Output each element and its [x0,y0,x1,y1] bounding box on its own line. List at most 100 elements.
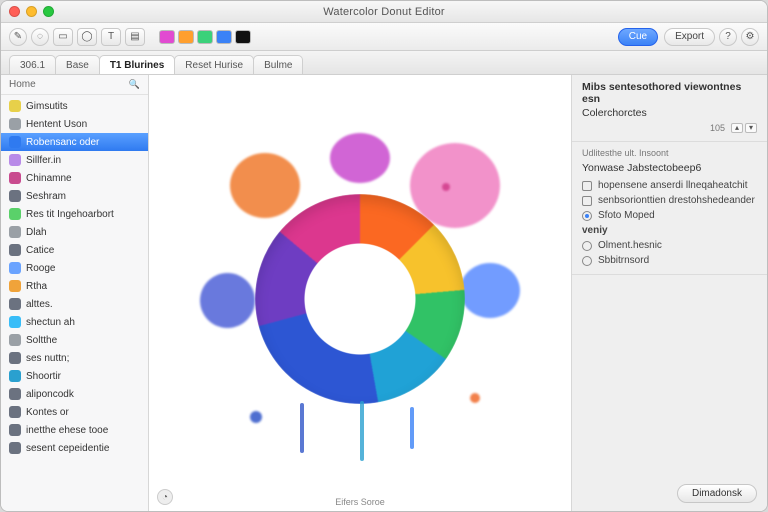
sidebar-item[interactable]: Rooge [1,259,148,277]
sidebar-item[interactable]: Shoortir [1,367,148,385]
tab[interactable]: Base [55,55,100,74]
sidebar-item-label: Gimsutits [26,101,68,112]
color-swatch[interactable] [159,30,175,44]
sidebar-item-label: Seshram [26,191,66,202]
sidebar-item-label: Kontes or [26,407,69,418]
tab[interactable]: T1 Blurines [99,55,175,74]
tab[interactable]: 306.1 [9,55,56,74]
tool-eraser-icon[interactable]: ◌ [31,28,49,46]
main-columns: Home 🔍 Gimsutits Hentent Uson Robensanc od… [1,75,767,511]
inspector-option[interactable]: Sbbitrnsord [582,253,757,268]
sidebar-item-icon [9,406,21,418]
canvas-corner-button[interactable]: ◔ [157,489,173,505]
color-swatch[interactable] [178,30,194,44]
sidebar-item-icon [9,136,21,148]
sidebar-item-icon [9,100,21,112]
sidebar-item[interactable]: Soltthe [1,331,148,349]
sidebar-item-label: aliponcodk [26,389,74,400]
window-title: Watercolor Donut Editor [1,6,767,18]
sidebar-item-icon [9,316,21,328]
sidebar-item-icon [9,370,21,382]
help-icon[interactable]: ? [719,28,737,46]
artwork [210,143,510,443]
color-swatch[interactable] [216,30,232,44]
checkbox-icon[interactable] [582,196,592,206]
sidebar-item[interactable]: Rtha [1,277,148,295]
tab[interactable]: Reset Hurise [174,55,254,74]
radio-icon[interactable] [582,256,592,266]
inspector-footer: Dimadonsk [572,476,767,511]
inspector-option[interactable]: Olment.hesnic [582,238,757,253]
sidebar-item-icon [9,424,21,436]
sidebar-item-label: Rooge [26,263,55,274]
radio-icon[interactable] [582,211,592,221]
radio-icon[interactable] [582,241,592,251]
sidebar-item[interactable]: shectun ah [1,313,148,331]
canvas[interactable]: ◔ Eifers Soroe [149,75,572,511]
sidebar-item-icon [9,280,21,292]
inspector-title-section: Mibs sentesothored viewontnes esn Colerc… [572,75,767,142]
sidebar-item[interactable]: Seshram [1,187,148,205]
sidebar-item-label: Sillfer.in [26,155,61,166]
toolbar-primary: ✎ ◌ ▭ ◯ T ▤ Cue Export ? ⚙ [1,23,767,51]
tool-select-icon[interactable]: ▭ [53,28,73,46]
color-swatch[interactable] [235,30,251,44]
tab[interactable]: Bulme [253,55,303,74]
inspector-option: veniy [582,223,757,238]
inspector-title: Mibs sentesothored viewontnes esn [582,81,757,105]
sidebar-item[interactable]: Kontes or [1,403,148,421]
settings-icon[interactable]: ⚙ [741,28,759,46]
sidebar-item[interactable]: aliponcodk [1,385,148,403]
tool-shape-icon[interactable]: ◯ [77,28,97,46]
sidebar-item[interactable]: Hentent Uson [1,115,148,133]
option-label: hopensene anserdi llneqaheatchit [598,180,748,191]
stepper-down-icon[interactable]: ▾ [745,123,757,133]
sidebar-header: Home 🔍 [1,75,148,95]
sidebar-item-label: Shoortir [26,371,61,382]
inspector-option[interactable]: senbsorionttien drestohshedeander [582,193,757,208]
toolbar-pill[interactable]: Export [664,28,715,46]
tab-bar: 306.1BaseT1 BlurinesReset HuriseBulme [1,51,767,75]
sidebar-item[interactable]: Gimsutits [1,97,148,115]
sidebar-item-label: Soltthe [26,335,57,346]
sidebar-item[interactable]: Dlah [1,223,148,241]
search-icon[interactable]: 🔍 [129,79,140,90]
tool-text-icon[interactable]: T [101,28,121,46]
sidebar-item[interactable]: inetthe ehese tooe [1,421,148,439]
inspector-subtitle: Colerchorctes [582,107,757,119]
checkbox-icon[interactable] [582,181,592,191]
option-label: veniy [582,225,608,236]
color-swatch[interactable] [197,30,213,44]
inspector-options-section: Udlitesthe ult. Insoont Yonwase Jabstect… [572,142,767,275]
sidebar-item[interactable]: Sillfer.in [1,151,148,169]
canvas-footer-label: Eifers Soroe [335,497,385,507]
tool-brush-icon[interactable]: ✎ [9,28,27,46]
stepper-up-icon[interactable]: ▴ [731,123,743,133]
sidebar-item-icon [9,154,21,166]
sidebar-item[interactable]: Robensanc oder [1,133,148,151]
sidebar-item[interactable]: ses nuttn; [1,349,148,367]
sidebar-item[interactable]: sesent cepeidentie [1,439,148,457]
apply-button[interactable]: Dimadonsk [677,484,757,503]
option-label: senbsorionttien drestohshedeander [598,195,755,206]
sidebar-item-label: Hentent Uson [26,119,87,130]
sidebar-item-label: shectun ah [26,317,75,328]
sidebar-item-label: inetthe ehese tooe [26,425,108,436]
option-label: Sfoto Moped [598,210,655,221]
sidebar-item[interactable]: Res tit Ingehoarbort [1,205,148,223]
sidebar-item-label: Dlah [26,227,47,238]
sidebar-item[interactable]: Catice [1,241,148,259]
sidebar-item-label: alttes. [26,299,53,310]
value-stepper[interactable]: ▴ ▾ [731,123,757,133]
sidebar-item-icon [9,118,21,130]
toolbar-pill[interactable]: Cue [618,28,658,46]
tool-fill-icon[interactable]: ▤ [125,28,145,46]
sidebar-item-label: Rtha [26,281,47,292]
sidebar-header-label: Home [9,79,36,90]
donut-ring [255,194,465,404]
sidebar-item[interactable]: alttes. [1,295,148,313]
sidebar-item-label: Robensanc oder [26,137,99,148]
sidebar-item[interactable]: Chinamne [1,169,148,187]
inspector-option[interactable]: Sfoto Moped [582,208,757,223]
inspector-option[interactable]: hopensene anserdi llneqaheatchit [582,178,757,193]
